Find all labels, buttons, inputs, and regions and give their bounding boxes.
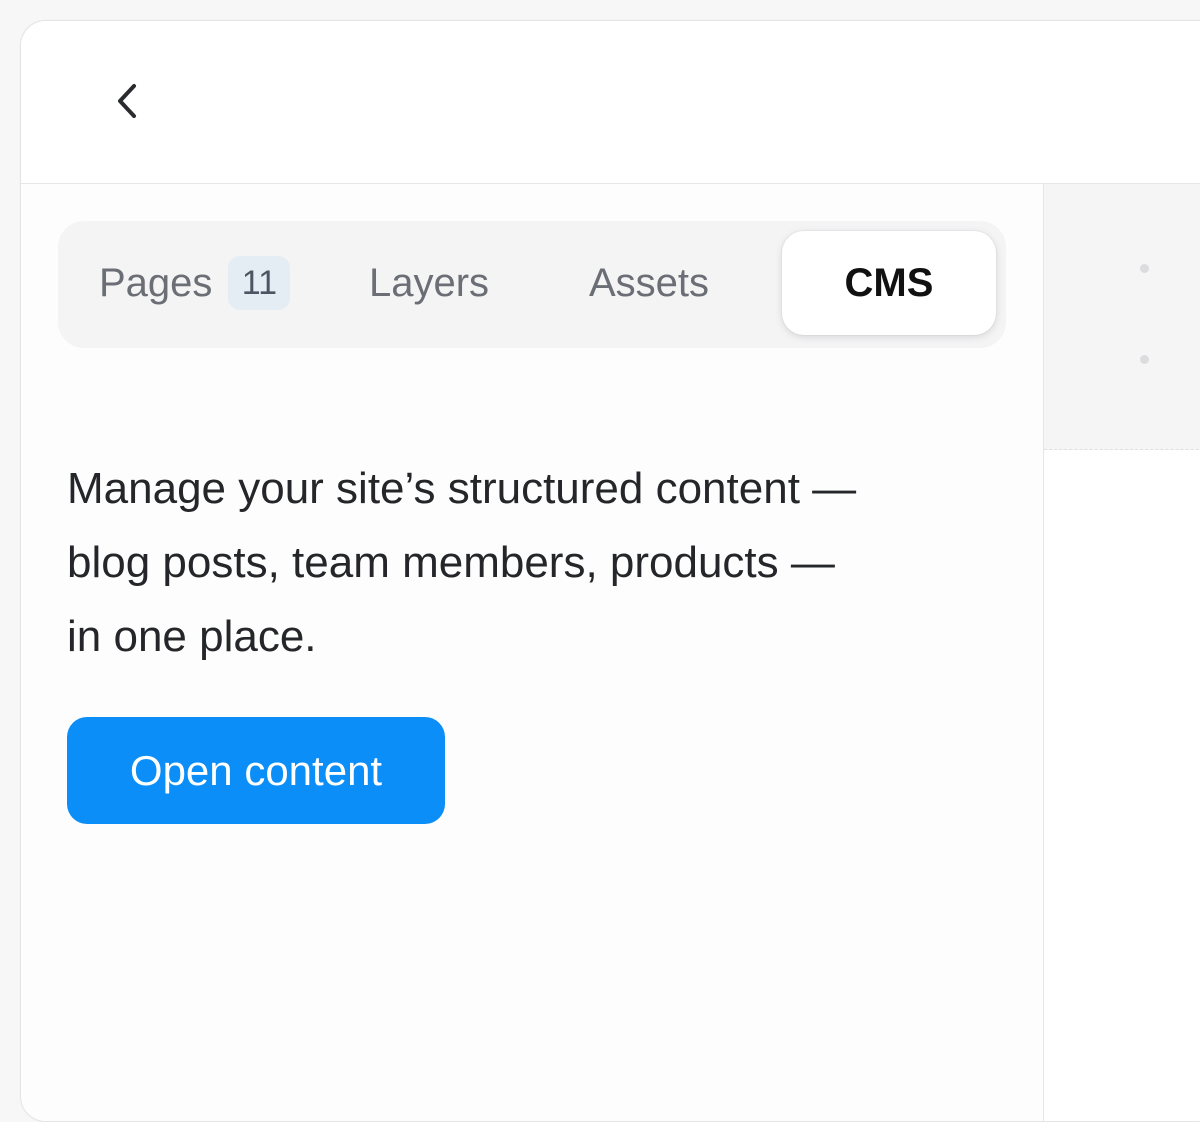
panel-tabs: Pages 11 Layers Assets CMS — [58, 221, 1006, 348]
chevron-left-icon — [118, 84, 136, 118]
tab-layers[interactable]: Layers — [369, 231, 489, 335]
canvas-dot — [1140, 355, 1149, 364]
tab-pages-label: Pages — [99, 260, 213, 305]
tab-assets[interactable]: Assets — [589, 231, 709, 335]
pages-count-badge: 11 — [228, 256, 291, 310]
app-window: Pages 11 Layers Assets CMS Manage your s… — [20, 20, 1200, 1122]
left-panel: Pages 11 Layers Assets CMS Manage your s… — [21, 184, 1044, 1121]
canvas-area[interactable] — [1044, 184, 1200, 1121]
cms-description: Manage your site’s structured content — … — [67, 452, 947, 674]
tab-pages[interactable]: Pages 11 — [99, 231, 291, 335]
tab-cms[interactable]: CMS — [782, 231, 996, 335]
cms-description-line-3: in one place. — [67, 612, 317, 661]
canvas-toolbar-strip — [1044, 184, 1200, 450]
canvas-dot — [1140, 264, 1149, 273]
cms-description-line-2: blog posts, team members, products — — [67, 538, 835, 587]
open-content-button[interactable]: Open content — [67, 717, 445, 824]
tab-assets-label: Assets — [589, 260, 710, 305]
top-bar — [21, 21, 1200, 184]
tab-cms-label: CMS — [844, 260, 934, 305]
tab-layers-label: Layers — [369, 260, 490, 305]
back-button[interactable] — [103, 73, 153, 129]
cms-description-line-1: Manage your site’s structured content — — [67, 464, 857, 513]
